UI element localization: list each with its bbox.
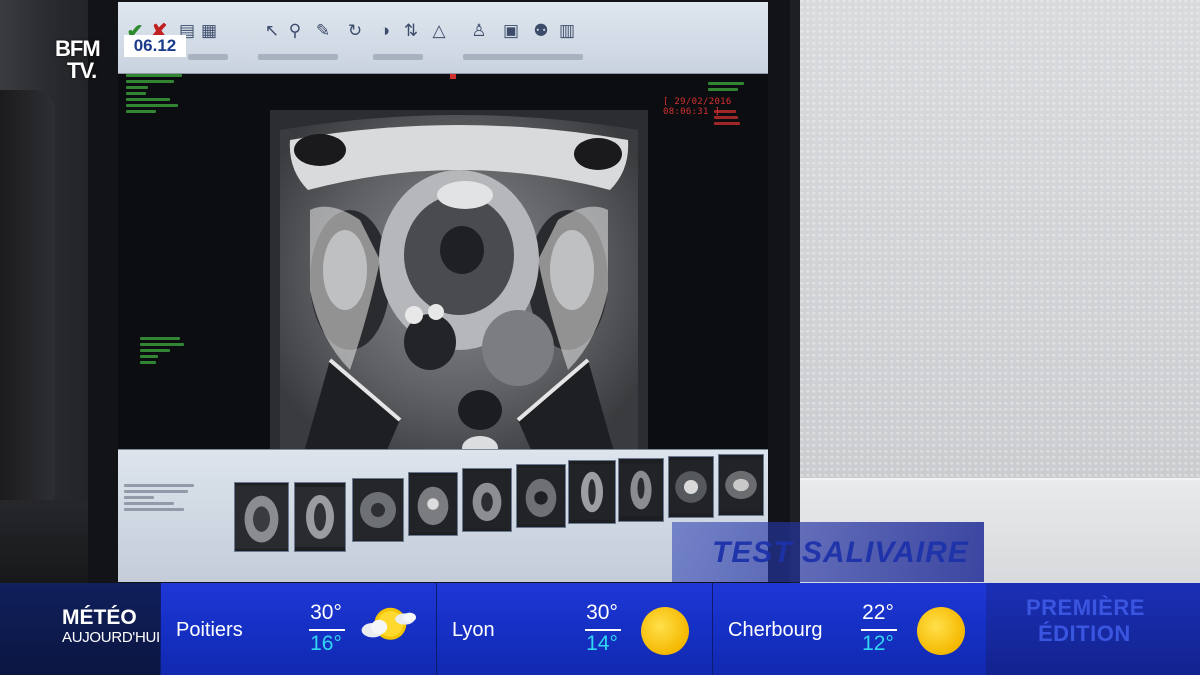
- monitor-screen: ✔ ✘ ▤ ▦ ↖ ⚲ ✎ ↻ ◑ ⇅ △ ♙ ▣ ⚉ ▥ [29/02/20…: [118, 2, 768, 582]
- grid-icon: ▥: [558, 21, 576, 40]
- scan-thumbnail[interactable]: [294, 482, 346, 552]
- measure-icon: △: [432, 21, 446, 40]
- logo-line2: TV.: [67, 58, 97, 83]
- flip-icon: ⇅: [403, 21, 419, 40]
- toolbar-caption: [373, 54, 423, 60]
- edition-line1: PREMIÈRE: [1026, 595, 1145, 620]
- series-metadata: [708, 82, 748, 91]
- temp-divider: [585, 629, 621, 631]
- body-icon: ♙: [471, 21, 487, 40]
- equipment-stand: [0, 90, 55, 510]
- mri-scan-image: [270, 110, 648, 466]
- patient-metadata: [126, 74, 186, 113]
- temp-high: 30°: [310, 601, 342, 624]
- scan-thumbnail[interactable]: [408, 472, 458, 536]
- weather-city-poitiers: Poitiers 30° 16°: [160, 583, 436, 675]
- temp-divider: [309, 629, 345, 631]
- sun-icon: [917, 607, 965, 655]
- temp-high: 30°: [586, 601, 618, 624]
- weather-ticker: MÉTÉO AUJOURD'HUI Poitiers 30° 16° Lyon …: [0, 583, 1200, 675]
- thumbnail-panel: [118, 449, 768, 582]
- temp-low: 12°: [862, 632, 894, 655]
- scan-thumbnail[interactable]: [668, 456, 714, 518]
- weather-city-cherbourg: Cherbourg 22° 12°: [712, 583, 988, 675]
- topic-banner: TEST SALIVAIRE: [672, 522, 984, 582]
- toolbar-caption: [188, 54, 228, 60]
- topic-banner-text: TEST SALIVAIRE: [712, 536, 969, 569]
- sun-icon: [641, 607, 689, 655]
- temp-divider: [861, 629, 897, 631]
- red-marker: [450, 74, 456, 79]
- scan-thumbnail[interactable]: [516, 464, 566, 528]
- scan-thumbnail[interactable]: [234, 482, 289, 552]
- scan-thumbnail[interactable]: [618, 458, 664, 522]
- edition-label: PREMIÈRE ÉDITION: [986, 583, 1200, 675]
- magnifier-icon: ⚲: [288, 21, 302, 40]
- scan-thumbnail[interactable]: [568, 460, 616, 524]
- scan-parameters: [714, 110, 744, 125]
- broadcast-clock: 06.12: [124, 35, 186, 57]
- meteo-title: MÉTÉO: [62, 606, 137, 629]
- layout-icon: ▣: [502, 21, 520, 40]
- scan-thumbnail[interactable]: [352, 478, 404, 542]
- meteo-label: MÉTÉO AUJOURD'HUI: [0, 583, 160, 675]
- weather-city-lyon: Lyon 30° 14°: [436, 583, 712, 675]
- scan-thumbnail[interactable]: [462, 468, 512, 532]
- patient-info-panel: [124, 484, 234, 574]
- photo-scene: ✔ ✘ ▤ ▦ ↖ ⚲ ✎ ↻ ◑ ⇅ △ ♙ ▣ ⚉ ▥ [29/02/20…: [0, 0, 1200, 583]
- meteo-subtitle: AUJOURD'HUI: [62, 629, 160, 646]
- contrast-icon: ◑: [379, 21, 391, 40]
- bfmtv-logo: BFM TV.: [55, 36, 119, 84]
- sequence-metadata: [140, 337, 190, 364]
- toolbar-caption: [258, 54, 338, 60]
- pointer-icon: ↖: [264, 21, 280, 40]
- pen-icon: ✎: [315, 21, 331, 40]
- sun-cloud-icon: [361, 607, 416, 640]
- city-name: Poitiers: [176, 619, 243, 641]
- viewer-toolbar: ✔ ✘ ▤ ▦ ↖ ⚲ ✎ ↻ ◑ ⇅ △ ♙ ▣ ⚉ ▥: [118, 2, 768, 74]
- scan-thumbnail[interactable]: [718, 454, 764, 516]
- people-icon: ⚉: [533, 21, 549, 40]
- temp-low: 16°: [310, 632, 342, 655]
- temp-high: 22°: [862, 601, 894, 624]
- rotate-icon: ↻: [347, 21, 363, 40]
- temp-low: 14°: [586, 632, 618, 655]
- folder-icon: ▦: [200, 21, 218, 40]
- toolbar-caption: [463, 54, 583, 60]
- city-name: Lyon: [452, 619, 495, 641]
- city-name: Cherbourg: [728, 619, 823, 641]
- edition-line2: ÉDITION: [1038, 621, 1131, 646]
